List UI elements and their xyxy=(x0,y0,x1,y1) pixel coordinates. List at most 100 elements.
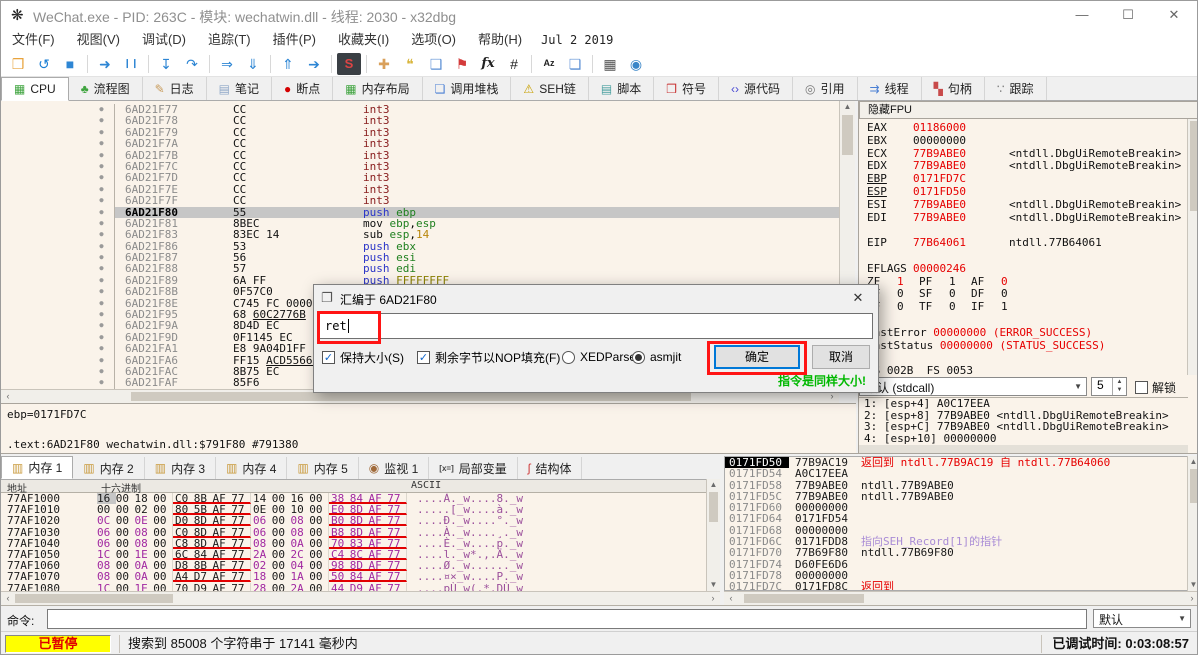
stack-hscrollbar[interactable]: ‹› xyxy=(724,591,1198,605)
register-row[interactable]: EBP0171FD7C xyxy=(859,173,1188,186)
patches-icon[interactable]: ✚ xyxy=(372,53,396,75)
call-arguments-panel[interactable]: 1: [esp+4] A0C17EEA2: [esp+8] 77B9ABE0 <… xyxy=(859,397,1188,445)
spacer[interactable] xyxy=(859,250,1188,263)
stack-vscrollbar[interactable]: ▲▼ xyxy=(1187,456,1198,591)
dialog-title-bar[interactable]: ❐ 汇编于 6AD21F80 ✕ xyxy=(314,285,878,311)
breakpoint-dot-icon[interactable]: ● xyxy=(89,252,115,263)
memory-dump-view[interactable]: 地址 十六进制 ASCII 77AF100016001800C08BAF7714… xyxy=(1,479,706,591)
tab-references[interactable]: ◎引用 xyxy=(793,77,858,100)
restart-icon[interactable]: ↺ xyxy=(32,53,56,75)
breakpoint-dot-icon[interactable]: ● xyxy=(89,377,115,388)
comments-icon[interactable]: ❝ xyxy=(398,53,422,75)
tab-breakpoints[interactable]: ●断点 xyxy=(272,77,333,100)
tab-dump-3[interactable]: ▥内存 3 xyxy=(145,457,216,479)
menu-item[interactable]: 帮助(H) xyxy=(467,29,533,51)
disasm-row[interactable]: ●6AD21F8383EC 14sub esp,14 xyxy=(1,229,839,240)
tab-call-stack[interactable]: ❏调用堆栈 xyxy=(423,77,512,100)
register-row[interactable]: OF0SF0DF0 xyxy=(859,288,1188,301)
arguments-hscrollbar[interactable] xyxy=(859,445,1188,453)
breakpoint-dot-icon[interactable]: ● xyxy=(89,229,115,240)
functions-icon[interactable]: fx xyxy=(476,53,500,75)
argument-row[interactable]: 3: [esp+C] 77B9ABE0 <ntdll.DbgUiRemoteBr… xyxy=(859,421,1188,433)
asmjit-radio[interactable]: asmjit xyxy=(632,345,681,369)
tab-dump-5[interactable]: ▥内存 5 xyxy=(287,457,358,479)
tab-struct[interactable]: ʃ结构体 xyxy=(518,457,583,479)
breakpoint-dot-icon[interactable]: ● xyxy=(89,298,115,309)
breakpoint-dot-icon[interactable]: ● xyxy=(89,320,115,331)
close-button[interactable]: ✕ xyxy=(1151,1,1197,29)
register-row[interactable]: CF0TF0IF1 xyxy=(859,301,1188,314)
command-profile-dropdown[interactable]: 默认▼ xyxy=(1093,609,1191,628)
stepper-arrows-icon[interactable]: ▲▼ xyxy=(1112,378,1126,395)
breakpoint-dot-icon[interactable]: ● xyxy=(89,127,115,138)
tab-dump-4[interactable]: ▥内存 4 xyxy=(216,457,287,479)
tab-memory-map[interactable]: ▦内存布局 xyxy=(333,77,422,100)
tab-handles[interactable]: ▚句柄 xyxy=(922,77,985,100)
breakpoint-dot-icon[interactable]: ● xyxy=(89,195,115,206)
open-file-icon[interactable]: ❒ xyxy=(6,53,30,75)
breakpoint-dot-icon[interactable]: ● xyxy=(89,172,115,183)
breakpoint-dot-icon[interactable]: ● xyxy=(89,207,115,218)
breakpoint-dot-icon[interactable]: ● xyxy=(89,275,115,286)
tab-dump-2[interactable]: ▥内存 2 xyxy=(73,457,144,479)
register-row[interactable]: LastStatus 00000000 (STATUS_SUCCESS) xyxy=(859,340,1188,353)
case-icon[interactable]: Az xyxy=(537,53,561,75)
tab-watch-1[interactable]: ◉监视 1 xyxy=(359,457,430,479)
step-over-icon[interactable]: ↷ xyxy=(180,53,204,75)
breakpoint-dot-icon[interactable]: ● xyxy=(89,263,115,274)
bookmarks-icon[interactable]: ⚑ xyxy=(450,53,474,75)
tab-source[interactable]: ‹›源代码 xyxy=(719,77,793,100)
xedparse-radio[interactable]: XEDParse xyxy=(562,345,636,369)
hash-icon[interactable]: # xyxy=(502,53,526,75)
dump-row[interactable]: 77AF10801C001E0070D9AF7728002A0044D9AF77… xyxy=(1,583,706,592)
stack-row[interactable]: 0171FD7077B69F80ntdll.77B69F80 xyxy=(725,547,1187,558)
breakpoint-dot-icon[interactable]: ● xyxy=(89,355,115,366)
maximize-button[interactable]: ☐ xyxy=(1105,1,1151,29)
nop-fill-checkbox[interactable]: ✓ 剩余字节以NOP填充(F) xyxy=(417,345,560,369)
registers-vscrollbar[interactable] xyxy=(1187,119,1198,375)
register-row[interactable]: GS 002B FS 0053 xyxy=(859,365,1188,375)
keep-size-checkbox[interactable]: ✓ 保持大小(S) xyxy=(322,345,404,369)
stack-row[interactable]: 0171FD54A0C17EEA xyxy=(725,468,1187,479)
breakpoint-dot-icon[interactable]: ● xyxy=(89,150,115,161)
unlock-checkbox[interactable]: 解锁 xyxy=(1135,379,1176,396)
breakpoint-dot-icon[interactable]: ● xyxy=(89,332,115,343)
run-to-user-code-icon[interactable]: ➔ xyxy=(302,53,326,75)
tab-seh[interactable]: ⚠SEH链 xyxy=(511,77,588,100)
breakpoint-dot-icon[interactable]: ● xyxy=(89,366,115,377)
assemble-instruction-input[interactable]: ret xyxy=(319,313,873,339)
breakpoint-dot-icon[interactable]: ● xyxy=(89,343,115,354)
breakpoint-dot-icon[interactable]: ● xyxy=(89,115,115,126)
register-row[interactable]: EFLAGS 00000246 xyxy=(859,263,1188,276)
execute-till-return-icon[interactable]: ⇑ xyxy=(276,53,300,75)
menu-item[interactable]: 视图(V) xyxy=(66,29,131,51)
tab-trace[interactable]: ∵跟踪 xyxy=(985,77,1047,100)
menu-item[interactable]: 追踪(T) xyxy=(197,29,262,51)
register-row[interactable]: EDI77B9ABE0<ntdll.DbgUiRemoteBreakin> xyxy=(859,212,1188,225)
tab-locals[interactable]: [x=]局部变量 xyxy=(429,457,517,479)
breakpoint-dot-icon[interactable]: ● xyxy=(89,218,115,229)
tab-graph[interactable]: ♣流程图 xyxy=(69,77,143,100)
menu-item[interactable]: 选项(O) xyxy=(400,29,467,51)
labels-icon[interactable]: ❑ xyxy=(424,53,448,75)
arg-count-stepper[interactable]: 5▲▼ xyxy=(1091,377,1127,396)
cancel-button[interactable]: 取消 xyxy=(812,345,870,369)
ok-button[interactable]: 确定 xyxy=(714,345,800,369)
stack-view[interactable]: 0171FD5077B9AC19返回到 ntdll.77B9AC19 自 ntd… xyxy=(724,456,1187,591)
calculator-icon[interactable]: ▦ xyxy=(598,53,622,75)
source-s-icon[interactable]: S xyxy=(337,53,361,75)
stack-row[interactable]: 0171FD7C0171FD8C返回到 xyxy=(725,581,1187,591)
tab-dump-1[interactable]: ▥内存 1 xyxy=(1,456,73,479)
register-row[interactable]: EDX77B9ABE0<ntdll.DbgUiRemoteBreakin> xyxy=(859,160,1188,173)
register-row[interactable]: EIP77B64061ntdll.77B64061 xyxy=(859,237,1188,250)
run-icon[interactable]: ➜ xyxy=(93,53,117,75)
tab-threads[interactable]: ⇉线程 xyxy=(858,77,922,100)
menu-item[interactable]: 文件(F) xyxy=(1,29,66,51)
dump-hscrollbar[interactable]: ‹› xyxy=(1,591,720,605)
argument-row[interactable]: 1: [esp+4] A0C17EEA xyxy=(859,398,1188,410)
breakpoint-dot-icon[interactable]: ● xyxy=(89,286,115,297)
tab-symbols[interactable]: ❒符号 xyxy=(654,77,719,100)
tab-script[interactable]: ▤脚本 xyxy=(589,77,654,100)
tab-cpu[interactable]: ▦CPU xyxy=(1,77,69,101)
minimize-button[interactable]: — xyxy=(1059,1,1105,29)
